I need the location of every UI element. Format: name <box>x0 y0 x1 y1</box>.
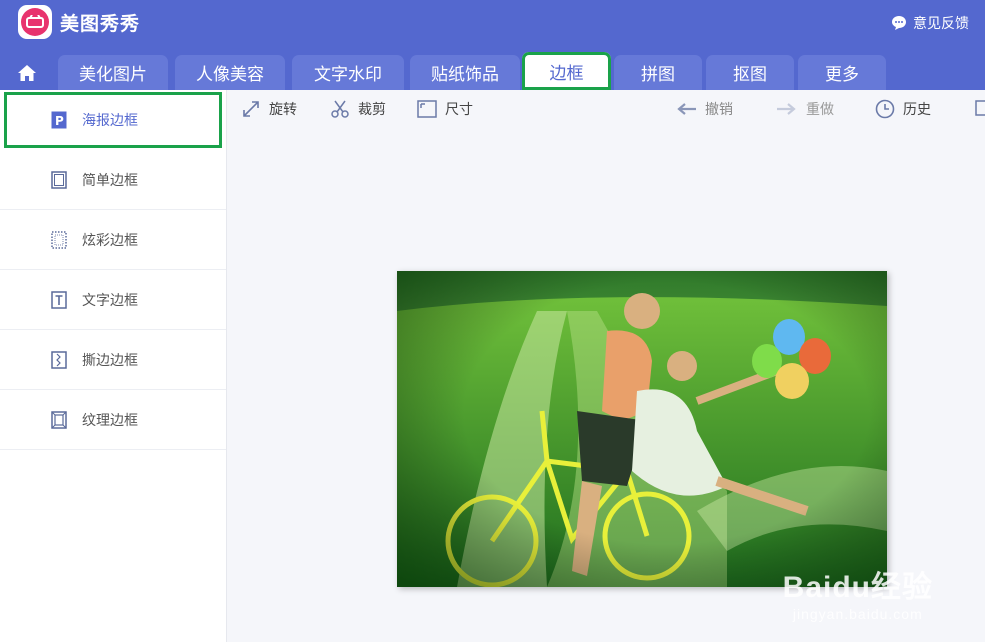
logo-icon <box>26 15 44 28</box>
editing-canvas: Baidu经验 jingyan.baidu.com <box>227 128 985 642</box>
rotate-icon <box>243 101 259 117</box>
watermark-main-text: Baidu经验 <box>782 571 933 604</box>
redo-label: 重做 <box>806 102 834 118</box>
sidebar-item-label: 海报边框 <box>82 112 138 129</box>
watermark-url: jingyan.baidu.com <box>792 606 923 622</box>
redo-arrow-icon <box>777 103 796 115</box>
home-tab[interactable] <box>6 55 48 90</box>
torn-frame-icon <box>50 350 68 369</box>
compare-icon <box>975 100 985 116</box>
app-header: 美图秀秀 意见反馈 美化图片 人像美容 文字水印 贴纸饰品 边框 拼图 抠图 更… <box>0 0 985 90</box>
tab-text-watermark[interactable]: 文字水印 <box>292 55 404 90</box>
sidebar-item-label: 纹理边框 <box>82 412 138 429</box>
rotate-label: 旋转 <box>269 102 297 118</box>
app-title: 美图秀秀 <box>60 13 141 35</box>
tab-cutout[interactable]: 抠图 <box>706 55 794 90</box>
chat-bubble-icon <box>892 16 906 30</box>
tab-frame[interactable]: 边框 <box>522 52 611 90</box>
sidebar-item-simple-frame[interactable]: 简单边框 <box>0 150 226 210</box>
history-label: 历史 <box>903 102 931 118</box>
tab-more[interactable]: 更多 <box>798 55 886 90</box>
main-tabs: 美化图片 人像美容 文字水印 贴纸饰品 边框 拼图 抠图 更多 <box>0 52 985 90</box>
couple-on-bicycle-image <box>397 271 887 588</box>
redo-button[interactable]: 重做 <box>776 99 834 119</box>
undo-button[interactable]: 撤销 <box>675 99 733 119</box>
svg-text:P: P <box>55 114 64 128</box>
rotate-button[interactable]: 旋转 <box>241 99 297 119</box>
undo-label: 撤销 <box>705 102 733 118</box>
sidebar-item-label: 文字边框 <box>82 292 138 309</box>
feedback-link[interactable]: 意见反馈 <box>891 13 969 33</box>
app-logo <box>18 5 52 39</box>
sidebar-item-torn-frame[interactable]: 撕边边框 <box>0 330 226 390</box>
dotted-frame-icon <box>50 230 68 249</box>
sidebar-item-poster-frame[interactable]: P 海报边框 <box>4 92 222 148</box>
sidebar-item-label: 简单边框 <box>82 172 138 189</box>
sidebar-item-text-frame[interactable]: 文字边框 <box>0 270 226 330</box>
size-button[interactable]: 尺寸 <box>417 99 473 119</box>
sidebar-item-colorful-frame[interactable]: 炫彩边框 <box>0 210 226 270</box>
frame-category-sidebar: P 海报边框 简单边框 炫彩边框 文字边框 撕边边框 纹理边框 <box>0 90 227 642</box>
texture-frame-icon <box>50 410 68 429</box>
sidebar-item-label: 撕边边框 <box>82 352 138 369</box>
more-tool-button[interactable] <box>975 99 985 117</box>
resize-icon <box>417 100 437 118</box>
sidebar-item-label: 炫彩边框 <box>82 232 138 249</box>
home-icon <box>18 64 36 81</box>
crop-button[interactable]: 裁剪 <box>330 99 386 119</box>
baidu-jingyan-watermark: Baidu经验 jingyan.baidu.com <box>783 562 933 622</box>
undo-arrow-icon <box>677 103 696 115</box>
tab-collage[interactable]: 拼图 <box>614 55 702 90</box>
poster-frame-icon: P <box>50 111 68 129</box>
tab-beautify[interactable]: 美化图片 <box>58 55 168 90</box>
tab-stickers[interactable]: 贴纸饰品 <box>410 55 520 90</box>
size-label: 尺寸 <box>445 102 473 118</box>
crop-label: 裁剪 <box>358 102 386 118</box>
feedback-label: 意见反馈 <box>913 16 969 32</box>
simple-frame-icon <box>50 170 68 189</box>
clock-icon <box>875 99 895 119</box>
edit-toolbar: 旋转 裁剪 尺寸 撤销 重做 历史 <box>227 90 985 128</box>
history-button[interactable]: 历史 <box>875 99 931 119</box>
tab-portrait[interactable]: 人像美容 <box>175 55 285 90</box>
sidebar-item-texture-frame[interactable]: 纹理边框 <box>0 390 226 450</box>
edited-photo[interactable] <box>397 271 887 588</box>
scissors-icon <box>331 100 349 118</box>
text-frame-icon <box>50 290 68 309</box>
